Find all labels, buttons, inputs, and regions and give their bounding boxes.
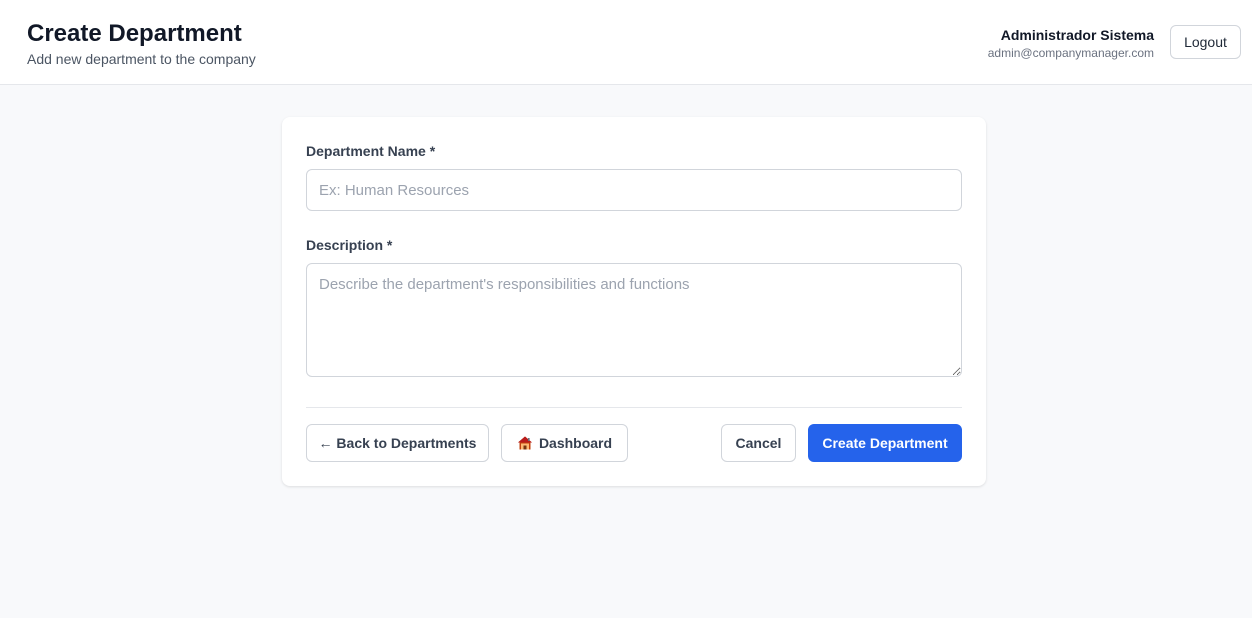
create-button-label: Create Department <box>822 435 948 451</box>
description-textarea[interactable] <box>306 263 962 377</box>
user-name: Administrador Sistema <box>1000 27 1154 43</box>
department-form-card: Department Name * Description * ← Back t… <box>282 117 986 486</box>
logout-button[interactable]: Logout <box>1170 25 1241 59</box>
user-email: admin@companymanager.com <box>987 46 1154 60</box>
create-department-button[interactable]: Create Department <box>808 424 962 462</box>
department-name-label: Department Name * <box>306 143 436 159</box>
house-icon <box>517 435 533 451</box>
back-button-label: ← Back to Departments <box>318 435 477 451</box>
back-to-departments-button[interactable]: ← Back to Departments <box>306 424 489 462</box>
department-name-input[interactable] <box>306 169 962 211</box>
user-info: Administrador Sistema admin@companymanag… <box>988 26 1154 61</box>
dashboard-button[interactable]: Dashboard <box>501 424 628 462</box>
page-subtitle: Add new department to the company <box>27 51 256 67</box>
page-title: Create Department <box>27 20 242 47</box>
cancel-button-label: Cancel <box>735 435 782 451</box>
cancel-button[interactable]: Cancel <box>721 424 796 462</box>
page-header: Create Department Add new department to … <box>0 0 1252 85</box>
form-divider <box>306 407 962 408</box>
description-label: Description * <box>306 237 393 253</box>
dashboard-button-label: Dashboard <box>538 435 613 451</box>
